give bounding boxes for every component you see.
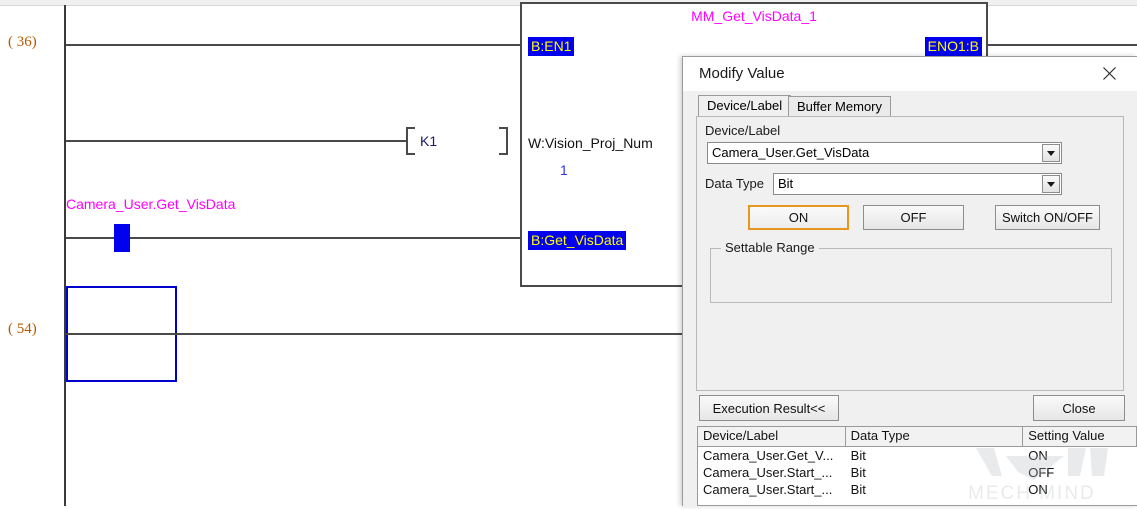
tab-device-label[interactable]: Device/Label	[698, 95, 792, 117]
contact-get-visdata[interactable]	[114, 224, 130, 252]
tab-panel-device-label: Device/Label Camera_User.Get_VisData Dat…	[696, 116, 1124, 391]
on-button[interactable]: ON	[748, 205, 849, 230]
fb-pin-en1[interactable]: B:EN1	[528, 37, 575, 56]
settable-range-title: Settable Range	[721, 240, 819, 255]
switch-on-off-button[interactable]: Switch ON/OFF	[995, 205, 1100, 230]
device-label-value: Camera_User.Get_VisData	[712, 145, 870, 160]
cell-data-type: Bit	[850, 465, 866, 480]
bracket-left-icon	[406, 127, 415, 155]
close-icon[interactable]	[1087, 57, 1131, 90]
fb-pin-eno1[interactable]: ENO1:B	[924, 37, 982, 56]
cell-device-label: Camera_User.Start_...	[703, 482, 833, 497]
execution-result-table[interactable]: Device/Label Data Type Setting Value Cam…	[697, 426, 1137, 506]
cell-data-type: Bit	[850, 448, 866, 463]
fb-pin-vision-proj-num[interactable]: W:Vision_Proj_Num	[528, 135, 653, 151]
function-block-title: MM_Get_VisData_1	[691, 8, 817, 24]
settable-range-group: Settable Range	[710, 240, 1112, 303]
device-label-combobox[interactable]: Camera_User.Get_VisData	[707, 142, 1062, 164]
data-type-value: Bit	[778, 176, 794, 191]
rung-line-contact-right	[130, 237, 522, 239]
close-button[interactable]: Close	[1033, 395, 1125, 421]
column-header-data-type[interactable]: Data Type	[846, 427, 1024, 446]
table-row[interactable]: Camera_User.Get_V... Bit ON	[698, 447, 1137, 464]
chevron-down-icon[interactable]	[1042, 175, 1060, 193]
cell-data-type: Bit	[850, 482, 866, 497]
rung-line-en1	[66, 44, 522, 46]
cell-setting-value: ON	[1028, 482, 1048, 497]
data-type-combobox[interactable]: Bit	[773, 173, 1062, 195]
constant-k1: K1	[420, 133, 438, 149]
chevron-down-icon[interactable]	[1042, 144, 1060, 162]
step-number-36: ( 36)	[8, 34, 37, 50]
data-type-field-label: Data Type	[705, 176, 765, 191]
contact-label-get-visdata: Camera_User.Get_VisData	[66, 196, 236, 212]
table-row[interactable]: Camera_User.Start_... Bit ON	[698, 481, 1137, 498]
table-row[interactable]: Camera_User.Start_... Bit OFF	[698, 464, 1137, 481]
column-header-device-label[interactable]: Device/Label	[698, 427, 846, 446]
table-header-row: Device/Label Data Type Setting Value	[698, 427, 1137, 447]
fb-pin-vision-proj-num-value: 1	[560, 162, 568, 178]
step-number-54: ( 54)	[8, 321, 37, 337]
cell-device-label: Camera_User.Start_...	[703, 465, 833, 480]
cell-device-label: Camera_User.Get_V...	[703, 448, 834, 463]
rung-line-eno-right	[988, 44, 1137, 46]
cell-setting-value: OFF	[1028, 465, 1055, 480]
rung-line-k1-left	[66, 140, 406, 142]
left-power-rail	[64, 5, 66, 506]
column-header-setting-value[interactable]: Setting Value	[1023, 427, 1137, 446]
rung-line-contact-left	[66, 237, 116, 239]
off-button[interactable]: OFF	[863, 205, 964, 230]
tab-buffer-memory[interactable]: Buffer Memory	[788, 96, 892, 117]
execution-result-toggle-button[interactable]: Execution Result<<	[699, 395, 839, 421]
device-label-field-label: Device/Label	[705, 123, 781, 138]
dialog-titlebar[interactable]: Modify Value	[683, 57, 1137, 92]
fb-pin-get-visdata[interactable]: B:Get_VisData	[528, 231, 627, 250]
cell-setting-value: ON	[1028, 448, 1048, 463]
bracket-right-icon	[499, 127, 508, 155]
dialog-title: Modify Value	[699, 65, 785, 82]
